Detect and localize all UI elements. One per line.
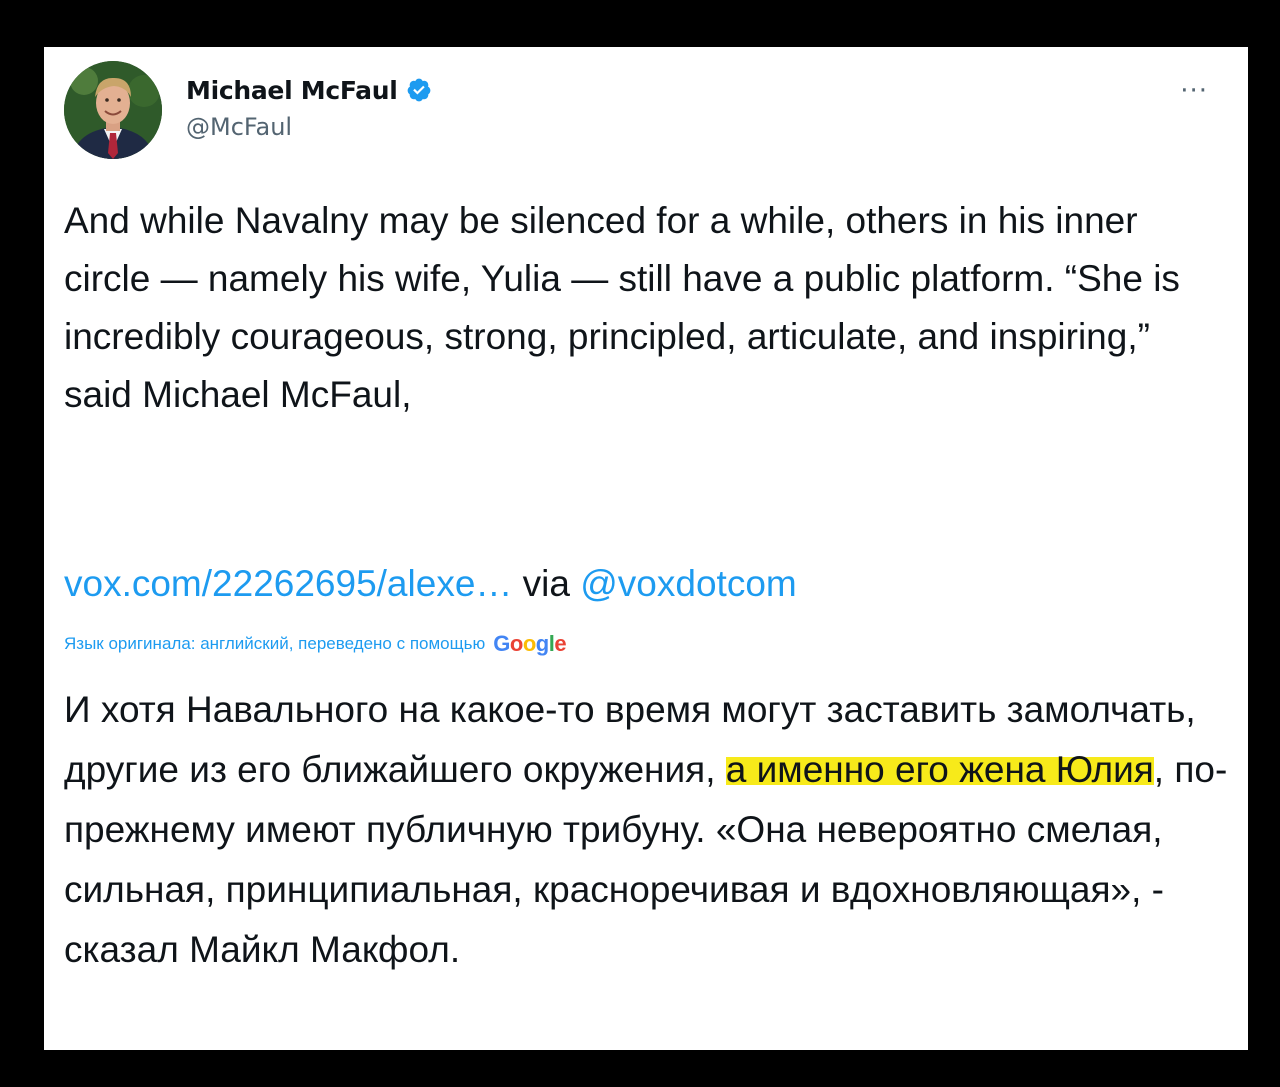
tweet-text: And while Navalny may be silenced for a … [64, 192, 1224, 424]
translation-note-text: Язык оригинала: английский, переведено с… [64, 634, 486, 653]
avatar[interactable] [64, 61, 162, 159]
tweet-card: Michael McFaul @McFaul ··· And while Nav… [44, 47, 1248, 1050]
via-handle-link[interactable]: @voxdotcom [580, 563, 796, 604]
translated-text: И хотя Навального на какое-то время могу… [64, 680, 1234, 980]
more-horizontal-icon[interactable]: ··· [1180, 78, 1208, 104]
translation-note[interactable]: Язык оригинала: английский, переведено с… [64, 631, 567, 656]
author-names: Michael McFaul @McFaul [186, 73, 432, 141]
tweet-text-en: And while Navalny may be silenced for a … [64, 200, 1180, 415]
author-handle[interactable]: @McFaul [186, 113, 432, 141]
tweet-header: Michael McFaul @McFaul ··· [64, 59, 1248, 169]
translated-paragraph: И хотя Навального на какое-то время могу… [64, 680, 1234, 980]
display-name[interactable]: Michael McFaul [186, 76, 398, 105]
google-logo-icon: Google [493, 631, 567, 656]
via-label: via [522, 563, 581, 604]
link-row: vox.com/22262695/alexe… via @voxdotcom [64, 559, 797, 609]
article-link[interactable]: vox.com/22262695/alexe… [64, 563, 512, 604]
translated-text-highlight: а именно его жена Юлия [725, 749, 1154, 790]
verified-badge-icon [406, 77, 432, 103]
display-name-row: Michael McFaul [186, 73, 432, 107]
